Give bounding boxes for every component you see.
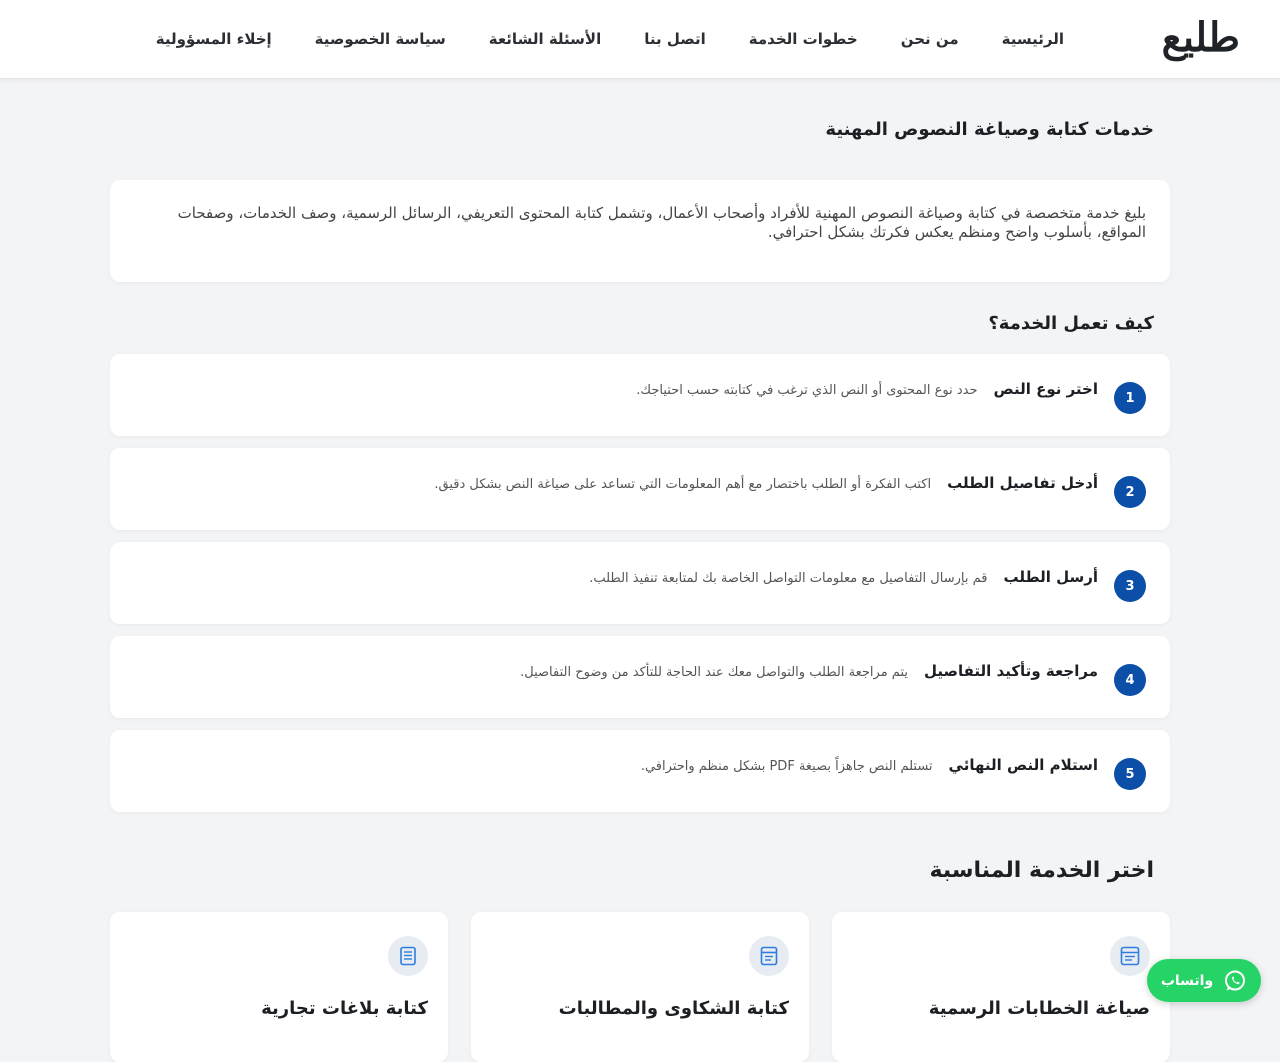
- step-card: 1 اختر نوع النص حدد نوع المحتوى أو النص …: [110, 354, 1170, 436]
- service-title: كتابة الشكاوى والمطالبات: [558, 998, 789, 1019]
- step-body: أدخل تفاصيل الطلب اكتب الفكرة أو الطلب ب…: [434, 474, 1098, 492]
- step-number: 1: [1114, 382, 1146, 414]
- intro-title: خدمات كتابة وصياغة النصوص المهنية: [825, 119, 1154, 140]
- step-title: اختر نوع النص: [993, 380, 1099, 398]
- step-card: 4 مراجعة وتأكيد التفاصيل يتم مراجعة الطل…: [110, 636, 1170, 718]
- step-body: مراجعة وتأكيد التفاصيل يتم مراجعة الطلب …: [520, 662, 1098, 680]
- step-description: يتم مراجعة الطلب والتواصل معك عند الحاجة…: [520, 665, 908, 680]
- whatsapp-icon: [1223, 969, 1247, 993]
- intro-card: بليغ خدمة متخصصة في كتابة وصياغة النصوص …: [110, 180, 1170, 282]
- step-description: تستلم النص جاهزاً بصيغة PDF بشكل منظم وا…: [640, 759, 933, 774]
- step-body: أرسل الطلب قم بإرسال التفاصيل مع معلومات…: [589, 568, 1098, 586]
- nav-link-privacy[interactable]: سياسة الخصوصية: [315, 30, 446, 48]
- step-card: 2 أدخل تفاصيل الطلب اكتب الفكرة أو الطلب…: [110, 448, 1170, 530]
- whatsapp-button[interactable]: واتساب: [1147, 959, 1261, 1002]
- step-card: 5 استلام النص النهائي تستلم النص جاهزاً …: [110, 730, 1170, 812]
- step-title: أدخل تفاصيل الطلب: [947, 474, 1098, 492]
- service-title: صياغة الخطابات الرسمية: [928, 998, 1150, 1019]
- whatsapp-label: واتساب: [1160, 972, 1214, 989]
- step-title: أرسل الطلب: [1003, 568, 1098, 586]
- main-nav: الرئيسية من نحن خطوات الخدمة اتصل بنا ال…: [156, 0, 1064, 78]
- step-number: 3: [1114, 570, 1146, 602]
- nav-link-home[interactable]: الرئيسية: [1002, 30, 1064, 48]
- intro-text: بليغ خدمة متخصصة في كتابة وصياغة النصوص …: [177, 204, 1146, 241]
- document-icon: [749, 936, 789, 976]
- nav-link-contact[interactable]: اتصل بنا: [644, 30, 706, 48]
- site-header: طليع الرئيسية من نحن خطوات الخدمة اتصل ب…: [0, 0, 1280, 79]
- step-title: استلام النص النهائي: [948, 756, 1098, 774]
- nav-link-service-steps[interactable]: خطوات الخدمة: [749, 30, 858, 48]
- site-logo[interactable]: طليع: [1162, 8, 1240, 68]
- step-body: استلام النص النهائي تستلم النص جاهزاً بص…: [641, 756, 1098, 774]
- step-number: 4: [1114, 664, 1146, 696]
- service-card-commercial-reports[interactable]: كتابة بلاغات تجارية: [110, 912, 448, 1062]
- step-description: حدد نوع المحتوى أو النص الذي ترغب في كتا…: [636, 383, 978, 398]
- step-title: مراجعة وتأكيد التفاصيل: [923, 662, 1098, 680]
- step-number: 2: [1114, 476, 1146, 508]
- nav-link-faq[interactable]: الأسئلة الشائعة: [489, 30, 602, 48]
- step-description: اكتب الفكرة أو الطلب باختصار مع أهم المع…: [434, 477, 932, 492]
- step-number: 5: [1114, 758, 1146, 790]
- step-body: اختر نوع النص حدد نوع المحتوى أو النص ال…: [636, 380, 1098, 398]
- document-icon: [388, 936, 428, 976]
- nav-link-about[interactable]: من نحن: [901, 30, 959, 48]
- service-card-complaints[interactable]: كتابة الشكاوى والمطالبات: [471, 912, 809, 1062]
- service-title: كتابة بلاغات تجارية: [261, 998, 428, 1019]
- document-icon: [1110, 936, 1150, 976]
- services-title: اختر الخدمة المناسبة: [929, 858, 1154, 883]
- step-card: 3 أرسل الطلب قم بإرسال التفاصيل مع معلوم…: [110, 542, 1170, 624]
- service-card-official-letters[interactable]: صياغة الخطابات الرسمية: [832, 912, 1170, 1062]
- nav-link-disclaimer[interactable]: إخلاء المسؤولية: [156, 30, 272, 48]
- step-description: قم بإرسال التفاصيل مع معلومات التواصل ال…: [589, 571, 988, 586]
- how-it-works-title: كيف تعمل الخدمة؟: [988, 313, 1154, 334]
